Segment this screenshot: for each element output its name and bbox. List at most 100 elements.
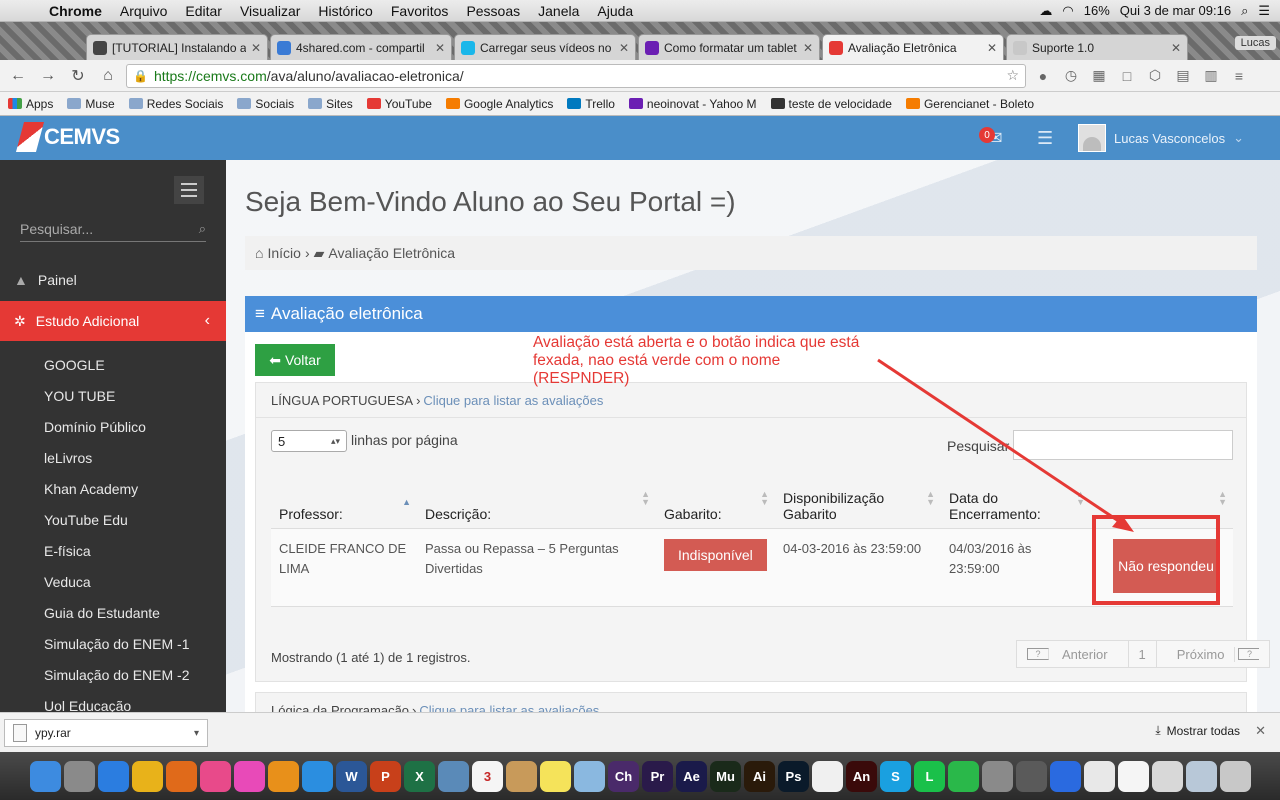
menu-favoritos[interactable]: Favoritos bbox=[382, 3, 458, 19]
menu-historico[interactable]: Histórico bbox=[309, 3, 381, 19]
site-logo[interactable]: CEMVS bbox=[15, 122, 120, 152]
bookmark-sociais[interactable]: Sociais bbox=[237, 97, 294, 111]
menu-ajuda[interactable]: Ajuda bbox=[588, 3, 642, 19]
sidebar-link-enem-2[interactable]: Simulação do ENEM -2 bbox=[44, 660, 190, 691]
whatsapp-icon[interactable] bbox=[948, 760, 979, 792]
calendar-icon[interactable]: 3 bbox=[472, 760, 503, 792]
chrome-menu-icon[interactable]: ≡ bbox=[1228, 65, 1250, 87]
pager-previous[interactable]: ? Anterior bbox=[1017, 641, 1129, 667]
illustrator-icon[interactable]: Ai bbox=[744, 760, 775, 792]
sidebar-link-khan-academy[interactable]: Khan Academy bbox=[44, 474, 190, 505]
launchpad-icon[interactable] bbox=[64, 760, 95, 792]
stickies-icon[interactable] bbox=[540, 760, 571, 792]
subject-list-link[interactable]: Clique para listar as avaliações bbox=[419, 703, 599, 713]
reload-icon[interactable]: ↻ bbox=[66, 64, 90, 88]
tasks-icon[interactable]: ☰ bbox=[1020, 116, 1070, 160]
photos-icon[interactable] bbox=[200, 760, 231, 792]
aftereffects-icon[interactable]: Ae bbox=[676, 760, 707, 792]
tab-vimeo[interactable]: Carregar seus vídeos no ✕ bbox=[454, 34, 636, 60]
extension-icon[interactable]: ▦ bbox=[1088, 65, 1110, 87]
powerpoint-icon[interactable]: P bbox=[370, 760, 401, 792]
bookmark-yahoo[interactable]: neoinovat - Yahoo M bbox=[628, 97, 757, 111]
notification-center-icon[interactable]: ☰ bbox=[1258, 3, 1270, 19]
menu-arquivo[interactable]: Arquivo bbox=[111, 3, 176, 19]
tab-4shared[interactable]: 4shared.com - compartil ✕ bbox=[270, 34, 452, 60]
line-icon[interactable]: L bbox=[914, 760, 945, 792]
search-icon[interactable]: ⌕ bbox=[199, 221, 206, 237]
bookmark-muse[interactable]: Muse bbox=[67, 97, 115, 111]
animate-icon[interactable]: An bbox=[846, 760, 877, 792]
muse-icon[interactable]: Mu bbox=[710, 760, 741, 792]
column-header-professor[interactable]: Professor: ▲ bbox=[271, 470, 417, 529]
tab-close-icon[interactable]: ✕ bbox=[435, 41, 445, 55]
breadcrumb-home[interactable]: Início bbox=[267, 245, 300, 261]
page-length-select[interactable]: 5 ▴▾ bbox=[271, 430, 347, 452]
document-icon[interactable] bbox=[1118, 760, 1149, 792]
tab-close-icon[interactable]: ✕ bbox=[1171, 41, 1181, 55]
extension-icon[interactable]: ▥ bbox=[1200, 65, 1222, 87]
finder-icon[interactable] bbox=[30, 760, 61, 792]
chevron-down-icon[interactable]: ▾ bbox=[194, 728, 199, 739]
bookmark-sites[interactable]: Sites bbox=[308, 97, 353, 111]
premiere-icon[interactable]: Pr bbox=[642, 760, 673, 792]
pager-page-1[interactable]: 1 bbox=[1129, 641, 1157, 667]
close-icon[interactable]: ✕ bbox=[1255, 723, 1266, 739]
back-button[interactable]: ⬅ Voltar bbox=[255, 344, 335, 376]
appstore-icon[interactable] bbox=[302, 760, 333, 792]
tab-tutorial[interactable]: [TUTORIAL] Instalando a ✕ bbox=[86, 34, 268, 60]
windows-icon[interactable] bbox=[574, 760, 605, 792]
calculator-icon[interactable] bbox=[1016, 760, 1047, 792]
address-bar[interactable]: 🔒 https://cemvs.com/ava/aluno/avaliacao-… bbox=[126, 63, 1026, 88]
sidebar-link-guia-estudante[interactable]: Guia do Estudante bbox=[44, 598, 190, 629]
bookmark-star-icon[interactable]: ☆ bbox=[1006, 67, 1019, 84]
extension-icon[interactable]: ▤ bbox=[1172, 65, 1194, 87]
acrobat-icon[interactable] bbox=[812, 760, 843, 792]
tab-close-icon[interactable]: ✕ bbox=[251, 41, 261, 55]
menu-app-name[interactable]: Chrome bbox=[40, 3, 111, 19]
bookmark-apps[interactable]: Apps bbox=[8, 97, 53, 111]
sidebar-link-veduca[interactable]: Veduca bbox=[44, 567, 190, 598]
tab-yahoo[interactable]: Como formatar um tablet ✕ bbox=[638, 34, 820, 60]
show-all-downloads[interactable]: ⤓ Mostrar todas bbox=[1155, 723, 1240, 738]
bookmark-trello[interactable]: Trello bbox=[567, 97, 615, 111]
sidebar-link-uol-educacao[interactable]: Uol Educação bbox=[44, 691, 190, 712]
sidebar-link-google[interactable]: GOOGLE bbox=[44, 350, 190, 381]
gabarito-unavailable-button[interactable]: Indisponível bbox=[664, 538, 767, 571]
tab-close-icon[interactable]: ✕ bbox=[987, 41, 997, 55]
sidebar-toggle-icon[interactable] bbox=[174, 176, 204, 204]
cube-extension-icon[interactable]: ⬡ bbox=[1144, 65, 1166, 87]
battery-percent[interactable]: 16% bbox=[1084, 3, 1110, 18]
bookmark-google-analytics[interactable]: Google Analytics bbox=[445, 97, 553, 111]
user-menu[interactable]: Lucas Vasconcelos ⌄ bbox=[1070, 116, 1280, 160]
profile-chip[interactable]: Lucas bbox=[1234, 36, 1276, 50]
notes-icon[interactable] bbox=[506, 760, 537, 792]
chrome-icon[interactable] bbox=[132, 760, 163, 792]
preview-icon[interactable] bbox=[438, 760, 469, 792]
character-icon[interactable]: Ch bbox=[608, 760, 639, 792]
skype-icon[interactable]: S bbox=[880, 760, 911, 792]
datetime[interactable]: Qui 3 de mar 09:16 bbox=[1120, 3, 1231, 18]
sidebar-link-dominio-publico[interactable]: Domínio Público bbox=[44, 412, 190, 443]
spotlight-icon[interactable]: ⌕ bbox=[1241, 3, 1248, 19]
bookmark-speedtest[interactable]: teste de velocidade bbox=[770, 97, 892, 111]
excel-icon[interactable]: X bbox=[404, 760, 435, 792]
subject-list-link[interactable]: Clique para listar as avaliações bbox=[423, 393, 603, 408]
sysprefs-icon[interactable] bbox=[982, 760, 1013, 792]
bookmark-youtube[interactable]: YouTube bbox=[366, 97, 432, 111]
column-header-descricao[interactable]: Descrição: ▲ ▼ bbox=[417, 470, 656, 529]
acrobat-reader-icon[interactable] bbox=[1084, 760, 1115, 792]
menu-janela[interactable]: Janela bbox=[529, 3, 588, 19]
menu-editar[interactable]: Editar bbox=[176, 3, 231, 19]
address-url[interactable]: https://cemvs.com/ava/aluno/avaliacao-el… bbox=[154, 68, 1000, 84]
back-icon[interactable]: ← bbox=[6, 64, 30, 88]
word-icon[interactable]: W bbox=[336, 760, 367, 792]
creative-cloud-icon[interactable]: ☁ bbox=[1039, 3, 1052, 19]
sidebar-search-input[interactable] bbox=[20, 220, 170, 237]
pager-next[interactable]: Próximo? bbox=[1157, 641, 1270, 667]
extension-icon[interactable]: □ bbox=[1116, 65, 1138, 87]
tab-close-icon[interactable]: ✕ bbox=[803, 41, 813, 55]
home-icon[interactable]: ⌂ bbox=[96, 64, 120, 88]
ibooks-icon[interactable] bbox=[268, 760, 299, 792]
column-header-disponibilizacao[interactable]: Disponibilização Gabarito ▲ ▼ bbox=[775, 470, 941, 529]
itunes-icon[interactable] bbox=[234, 760, 265, 792]
